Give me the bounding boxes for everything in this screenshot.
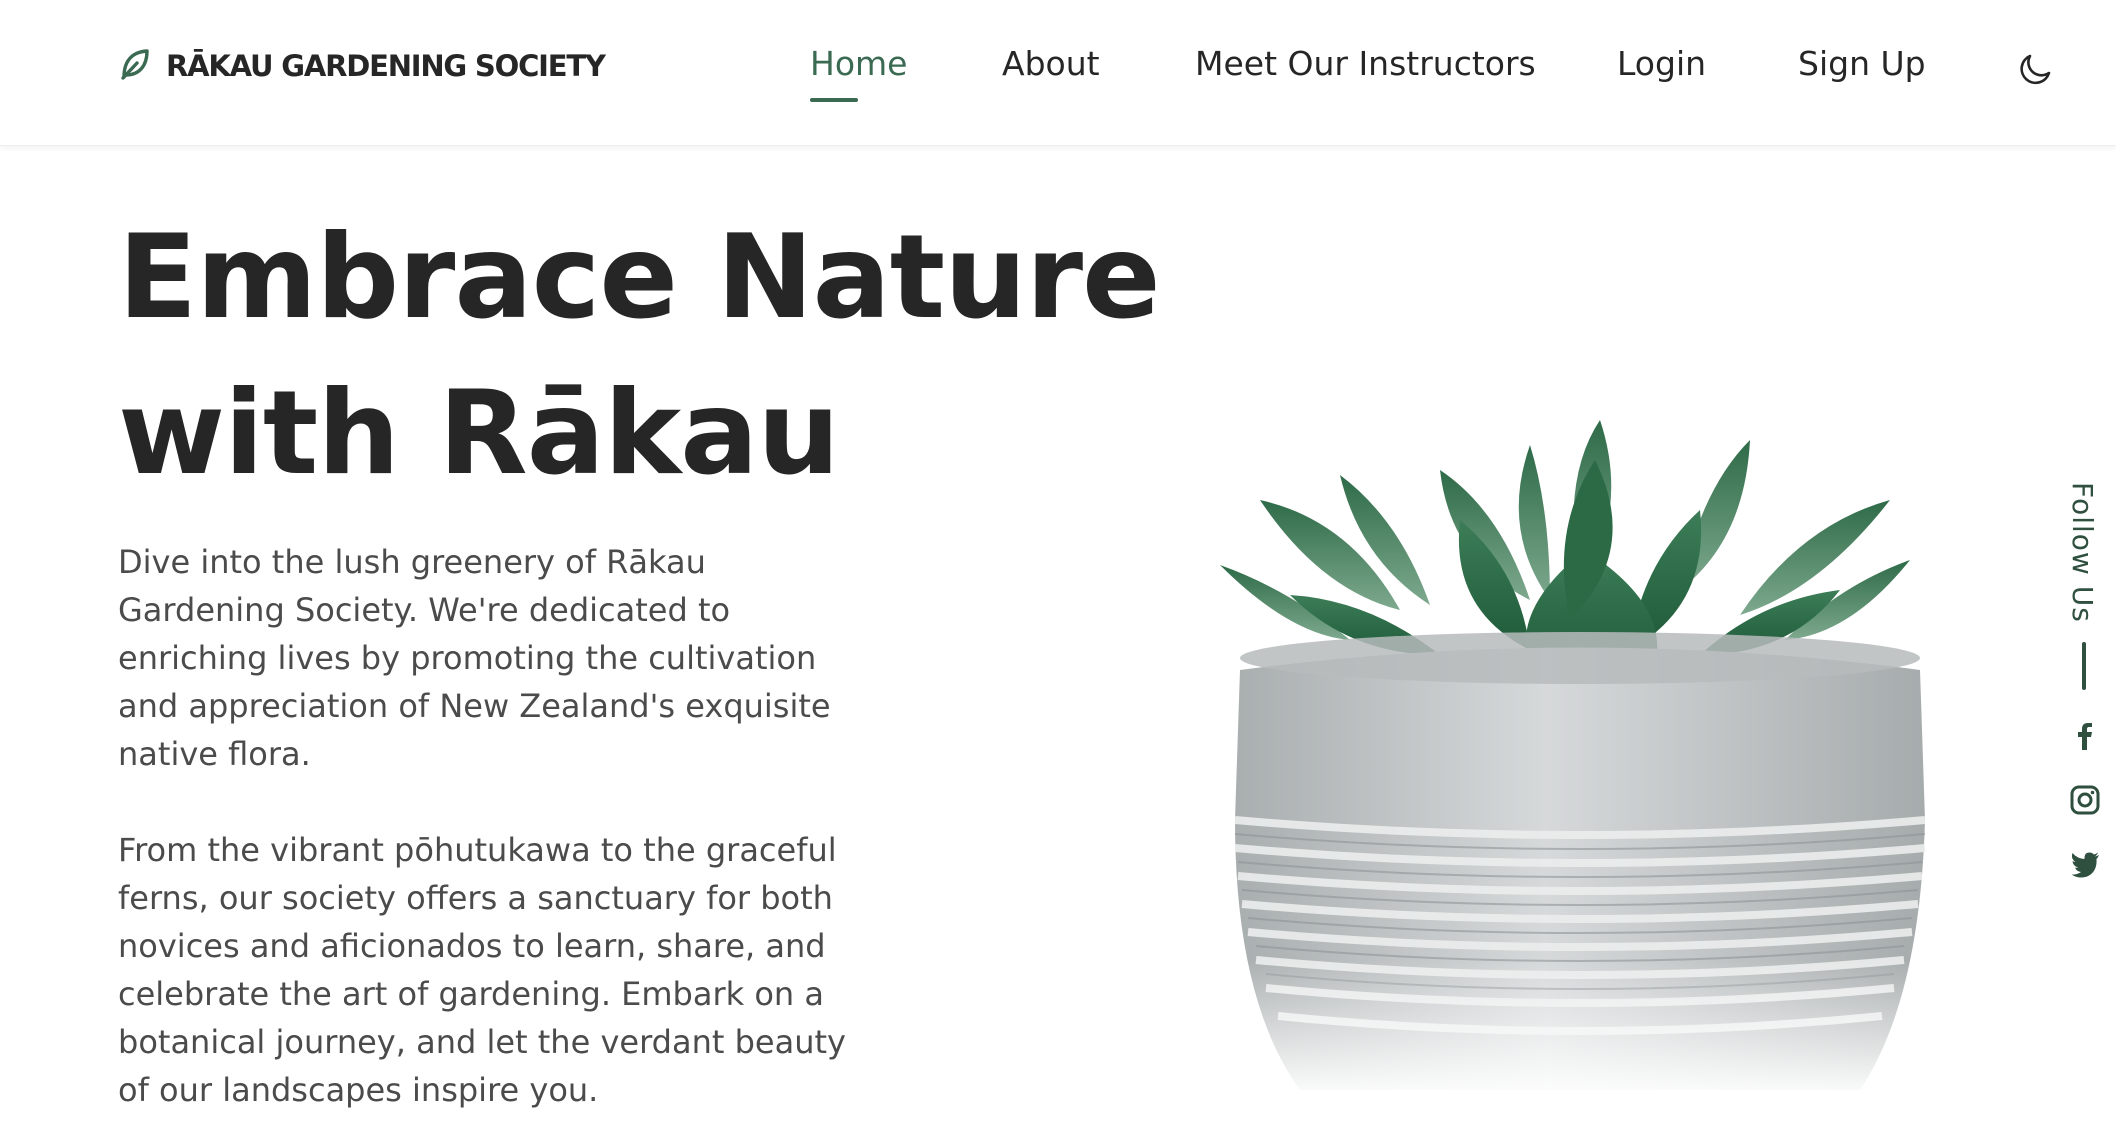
instagram-link[interactable] bbox=[2066, 781, 2104, 819]
succulent-pot-image bbox=[1200, 400, 1960, 1100]
theme-toggle-button[interactable] bbox=[2016, 48, 2056, 88]
leaf-icon bbox=[118, 47, 152, 85]
hero-title: Embrace Nature with Rākau bbox=[118, 200, 1161, 512]
follow-us-label: Follow Us bbox=[2066, 482, 2099, 623]
nav-about[interactable]: About bbox=[1002, 44, 1100, 83]
nav-meet-our-instructors[interactable]: Meet Our Instructors bbox=[1195, 44, 1536, 83]
nav-home[interactable]: Home bbox=[810, 44, 907, 83]
follow-us-divider bbox=[2082, 642, 2086, 690]
moon-icon bbox=[2020, 54, 2051, 85]
instagram-icon bbox=[2070, 785, 2100, 815]
hero-paragraph-1: Dive into the lush greenery of Rākau Gar… bbox=[118, 543, 831, 773]
facebook-icon bbox=[2078, 723, 2092, 750]
twitter-link[interactable] bbox=[2066, 845, 2104, 883]
hero-title-line-2: with Rākau bbox=[118, 366, 840, 501]
brand[interactable]: RĀKAU GARDENING SOCIETY bbox=[118, 46, 606, 86]
hero-paragraph-2: From the vibrant pōhutukawa to the grace… bbox=[118, 831, 846, 1109]
page: RĀKAU GARDENING SOCIETY Home About Meet … bbox=[0, 0, 2116, 1144]
brand-name: RĀKAU GARDENING SOCIETY bbox=[166, 49, 606, 83]
active-nav-indicator bbox=[810, 98, 858, 102]
nav-sign-up[interactable]: Sign Up bbox=[1798, 44, 1926, 83]
facebook-link[interactable] bbox=[2066, 717, 2104, 755]
nav-login[interactable]: Login bbox=[1617, 44, 1706, 83]
hero-title-line-1: Embrace Nature bbox=[118, 210, 1161, 345]
site-header: RĀKAU GARDENING SOCIETY Home About Meet … bbox=[0, 0, 2116, 146]
twitter-icon bbox=[2071, 852, 2099, 878]
